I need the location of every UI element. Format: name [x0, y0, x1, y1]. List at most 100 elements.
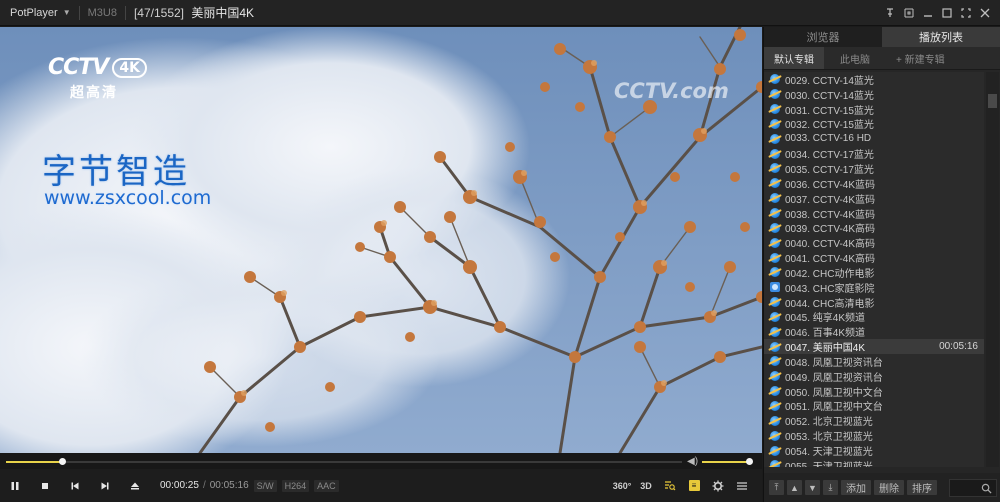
arrow-up-icon: ▲ — [790, 482, 799, 493]
stop-button[interactable] — [30, 469, 60, 502]
web-stream-icon — [770, 386, 780, 397]
playlist-item[interactable]: 0029. CCTV-14蓝光 — [764, 72, 984, 87]
playlist-item-label: 0038. CCTV-4K蓝码 — [785, 209, 876, 221]
seek-progress — [6, 461, 62, 463]
codec-decoder[interactable]: S/W — [253, 479, 277, 492]
tab-browser[interactable]: 浏览器 — [764, 27, 882, 47]
playlist-item-label: 0046. 百事4K频道 — [785, 328, 866, 340]
tab-this-pc[interactable]: 此电脑 — [824, 47, 886, 69]
web-stream-icon — [770, 460, 780, 467]
new-album-button[interactable]: + 新建专辑 — [886, 47, 955, 69]
maximize-icon[interactable] — [938, 4, 956, 22]
next-button[interactable] — [90, 469, 120, 502]
playlist-item[interactable]: 0039. CCTV-4K高码 — [764, 220, 984, 235]
playlist-search-button[interactable] — [658, 469, 682, 502]
tab-default-album[interactable]: 默认专辑 — [764, 47, 824, 69]
playlist-item[interactable]: 0036. CCTV-4K蓝码 — [764, 176, 984, 191]
album-tabs: 默认专辑 此电脑 + 新建专辑 — [764, 47, 1000, 70]
playlist-item[interactable]: 0031. CCTV-15蓝光 — [764, 102, 984, 117]
watermark-text: 字节智造 — [42, 152, 190, 192]
settings-button[interactable] — [706, 469, 730, 502]
fullscreen-icon[interactable] — [957, 4, 975, 22]
playlist-item[interactable]: 0052. 北京卫视蓝光 — [764, 413, 984, 428]
playlist-search-input[interactable] — [949, 479, 997, 497]
menu-icon — [737, 481, 747, 490]
playlist-item[interactable]: 0049. 凤凰卫视资讯台 — [764, 369, 984, 384]
previous-button[interactable] — [60, 469, 90, 502]
add-button[interactable]: 添加 — [841, 480, 871, 495]
move-up-button[interactable]: ▲ — [787, 480, 802, 495]
pin-icon[interactable] — [881, 4, 899, 22]
playlist-item[interactable]: 0048. 凤凰卫视资讯台 — [764, 354, 984, 369]
app-menu-button[interactable]: PotPlayer ▼ — [0, 0, 79, 26]
pause-button[interactable] — [0, 469, 30, 502]
scrollbar-thumb[interactable] — [988, 94, 997, 108]
close-icon[interactable] — [976, 4, 994, 22]
web-stream-icon — [770, 267, 780, 278]
playlist-item[interactable]: 0044. CHC高清电影 — [764, 295, 984, 310]
playlist-item[interactable]: 0041. CCTV-4K高码 — [764, 250, 984, 265]
web-stream-icon — [770, 371, 780, 382]
playlist-item-label: 0052. 北京卫视蓝光 — [785, 417, 873, 429]
playlist-item[interactable]: 0053. 北京卫视蓝光 — [764, 428, 984, 443]
seek-handle[interactable] — [59, 458, 66, 465]
move-down-button[interactable]: ▼ — [805, 480, 820, 495]
playlist-item[interactable]: 0046. 百事4K频道 — [764, 324, 984, 339]
playlist-scrollbar[interactable] — [986, 72, 999, 467]
volume-icon[interactable]: ◀) — [687, 456, 698, 467]
3d-button[interactable]: 3D — [634, 469, 658, 502]
playlist-item[interactable]: 0033. CCTV-16 HD — [764, 131, 984, 146]
eject-button[interactable] — [120, 469, 150, 502]
time-separator: / — [202, 480, 206, 491]
volume-handle[interactable] — [746, 458, 754, 465]
playlist-item[interactable]: 0051. 凤凰卫视中文台 — [764, 399, 984, 413]
video-surface[interactable]: CCTV 4K 超高清 字节智造 www.zsxcool.com CCTV.com — [0, 27, 762, 453]
web-stream-icon — [770, 148, 780, 159]
playlist-item[interactable]: 0050. 凤凰卫视中文台 — [764, 384, 984, 399]
skin-icon[interactable] — [900, 4, 918, 22]
menu-button[interactable] — [730, 469, 754, 502]
web-stream-icon — [770, 89, 780, 100]
playlist-item[interactable]: 0040. CCTV-4K高码 — [764, 235, 984, 250]
vr-360-button[interactable]: 360° — [610, 469, 634, 502]
format-label: M3U8 — [87, 6, 117, 19]
media-title: 美丽中国4K — [191, 6, 255, 20]
playlist-item[interactable]: 0043. CHC家庭影院 — [764, 280, 984, 295]
playlist-item-label: 0048. 凤凰卫视资讯台 — [785, 357, 883, 369]
volume-slider[interactable] — [702, 458, 754, 465]
playlist-item[interactable]: 0042. CHC动作电影 — [764, 265, 984, 280]
web-stream-icon — [770, 252, 780, 263]
sort-button[interactable]: 排序 — [907, 480, 937, 495]
web-stream-icon — [770, 178, 780, 189]
app-name: PotPlayer — [10, 6, 58, 19]
move-top-button[interactable]: ⤒ — [769, 480, 784, 495]
playlist-item[interactable]: 0032. CCTV-15蓝光 — [764, 117, 984, 131]
playlist-item[interactable]: 0030. CCTV-14蓝光 — [764, 87, 984, 102]
volume-level — [702, 461, 750, 463]
playlist-item-duration: 00:05:16 — [939, 341, 978, 353]
playlist-item-label: 0035. CCTV-17蓝光 — [785, 164, 874, 176]
playlist-item[interactable]: 0055. 天津卫视蓝光 — [764, 458, 984, 467]
tab-playlist[interactable]: 播放列表 — [882, 27, 1000, 47]
playlist-footer: ⤒ ▲ ▼ ⤓ 添加 删除 排序 — [764, 473, 1000, 502]
move-bottom-button[interactable]: ⤓ — [823, 480, 838, 495]
gear-icon — [712, 480, 724, 491]
minimize-icon[interactable] — [919, 4, 937, 22]
window-controls — [880, 0, 994, 26]
playlist-item-current[interactable]: 0047. 美丽中国4K 00:05:16 — [764, 339, 984, 354]
playlist: 0029. CCTV-14蓝光 0030. CCTV-14蓝光 0031. CCTV… — [764, 72, 984, 467]
subtitle-button[interactable]: ≡ — [682, 469, 706, 502]
playlist-item[interactable]: 0037. CCTV-4K蓝码 — [764, 191, 984, 206]
web-stream-icon — [770, 430, 780, 441]
playlist-item[interactable]: 0034. CCTV-17蓝光 — [764, 146, 984, 161]
codec-audio[interactable]: AAC — [314, 479, 339, 492]
web-stream-icon — [770, 400, 780, 411]
playlist-item[interactable]: 0045. 纯享4K频道 — [764, 310, 984, 324]
playlist-item[interactable]: 0038. CCTV-4K蓝码 — [764, 206, 984, 221]
playlist-item-label: 0037. CCTV-4K蓝码 — [785, 194, 876, 206]
codec-video[interactable]: H264 — [281, 479, 310, 492]
seek-bar[interactable] — [6, 458, 682, 465]
playlist-item[interactable]: 0035. CCTV-17蓝光 — [764, 161, 984, 176]
delete-button[interactable]: 删除 — [874, 480, 904, 495]
playlist-item[interactable]: 0054. 天津卫视蓝光 — [764, 443, 984, 458]
